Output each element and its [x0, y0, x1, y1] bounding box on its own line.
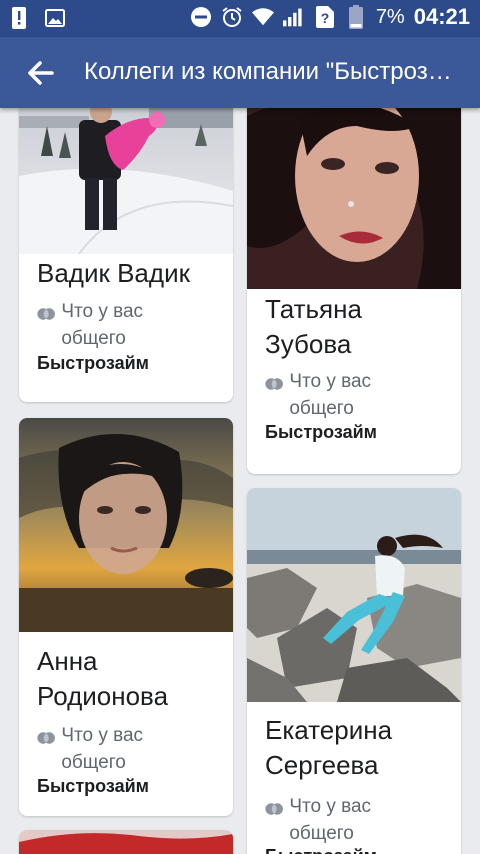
mutual-friends-icon: [265, 378, 283, 390]
signal-icon: [282, 5, 305, 29]
battery-percent: 7%: [375, 5, 405, 28]
profile-photo[interactable]: [247, 108, 461, 289]
mutual-info[interactable]: Что у вас общего: [37, 722, 177, 776]
wifi-icon: [251, 5, 274, 29]
company-name: Быстрозайм: [265, 846, 377, 854]
mutual-label: Что у вас общего: [289, 371, 372, 419]
unknown-sim-icon: ?: [314, 5, 336, 29]
person-card-vadik[interactable]: Вадик Вадик Что у вас общего Быстрозайм: [19, 108, 233, 402]
mutual-info[interactable]: Что у вас общего: [265, 368, 405, 422]
person-card-next[interactable]: [19, 830, 233, 854]
colleagues-grid: Вадик Вадик Что у вас общего Быстрозайм …: [0, 108, 480, 854]
mutual-friends-icon: [265, 803, 283, 815]
app-bar: Коллеги из компании "Быстрозайм": [0, 37, 480, 108]
person-name[interactable]: Татьяна Зубова: [265, 292, 425, 362]
person-card-tatyana[interactable]: Татьяна Зубова Что у вас общего Быстроза…: [247, 108, 461, 474]
mutual-friends-icon: [37, 308, 55, 320]
profile-photo[interactable]: [19, 418, 233, 632]
mutual-info[interactable]: Что у вас общего: [265, 793, 405, 847]
mutual-info[interactable]: Что у вас общего: [37, 298, 177, 352]
company-name: Быстрозайм: [37, 353, 149, 373]
alert-icon: [8, 6, 30, 30]
person-name[interactable]: Екатерина Сергеева: [265, 713, 445, 783]
mutual-label: Что у вас общего: [61, 301, 144, 349]
battery-icon: [345, 5, 367, 29]
clock: 04:21: [413, 4, 470, 29]
status-bar: ? 7% 04:21: [0, 0, 480, 37]
company-name: Быстрозайм: [37, 776, 149, 796]
company-name: Быстрозайм: [265, 422, 377, 442]
person-card-ekaterina[interactable]: Екатерина Сергеева Что у вас общего Быст…: [247, 488, 461, 854]
alarm-icon: [221, 5, 243, 29]
person-name[interactable]: Анна Родионова: [37, 644, 217, 714]
back-arrow-icon: [28, 61, 54, 85]
mutual-label: Что у вас общего: [289, 796, 372, 844]
mutual-label: Что у вас общего: [61, 725, 144, 773]
mutual-friends-icon: [37, 732, 55, 744]
do-not-disturb-icon: [190, 5, 212, 29]
person-card-anna[interactable]: Анна Родионова Что у вас общего Быстроза…: [19, 418, 233, 816]
image-icon: [44, 6, 66, 30]
profile-photo[interactable]: [19, 830, 233, 854]
back-button[interactable]: [22, 55, 58, 91]
profile-photo[interactable]: [19, 108, 233, 254]
svg-text:?: ?: [321, 10, 330, 26]
person-name[interactable]: Вадик Вадик: [37, 256, 227, 291]
page-title: Коллеги из компании "Быстрозайм": [84, 58, 464, 85]
profile-photo[interactable]: [247, 488, 461, 702]
